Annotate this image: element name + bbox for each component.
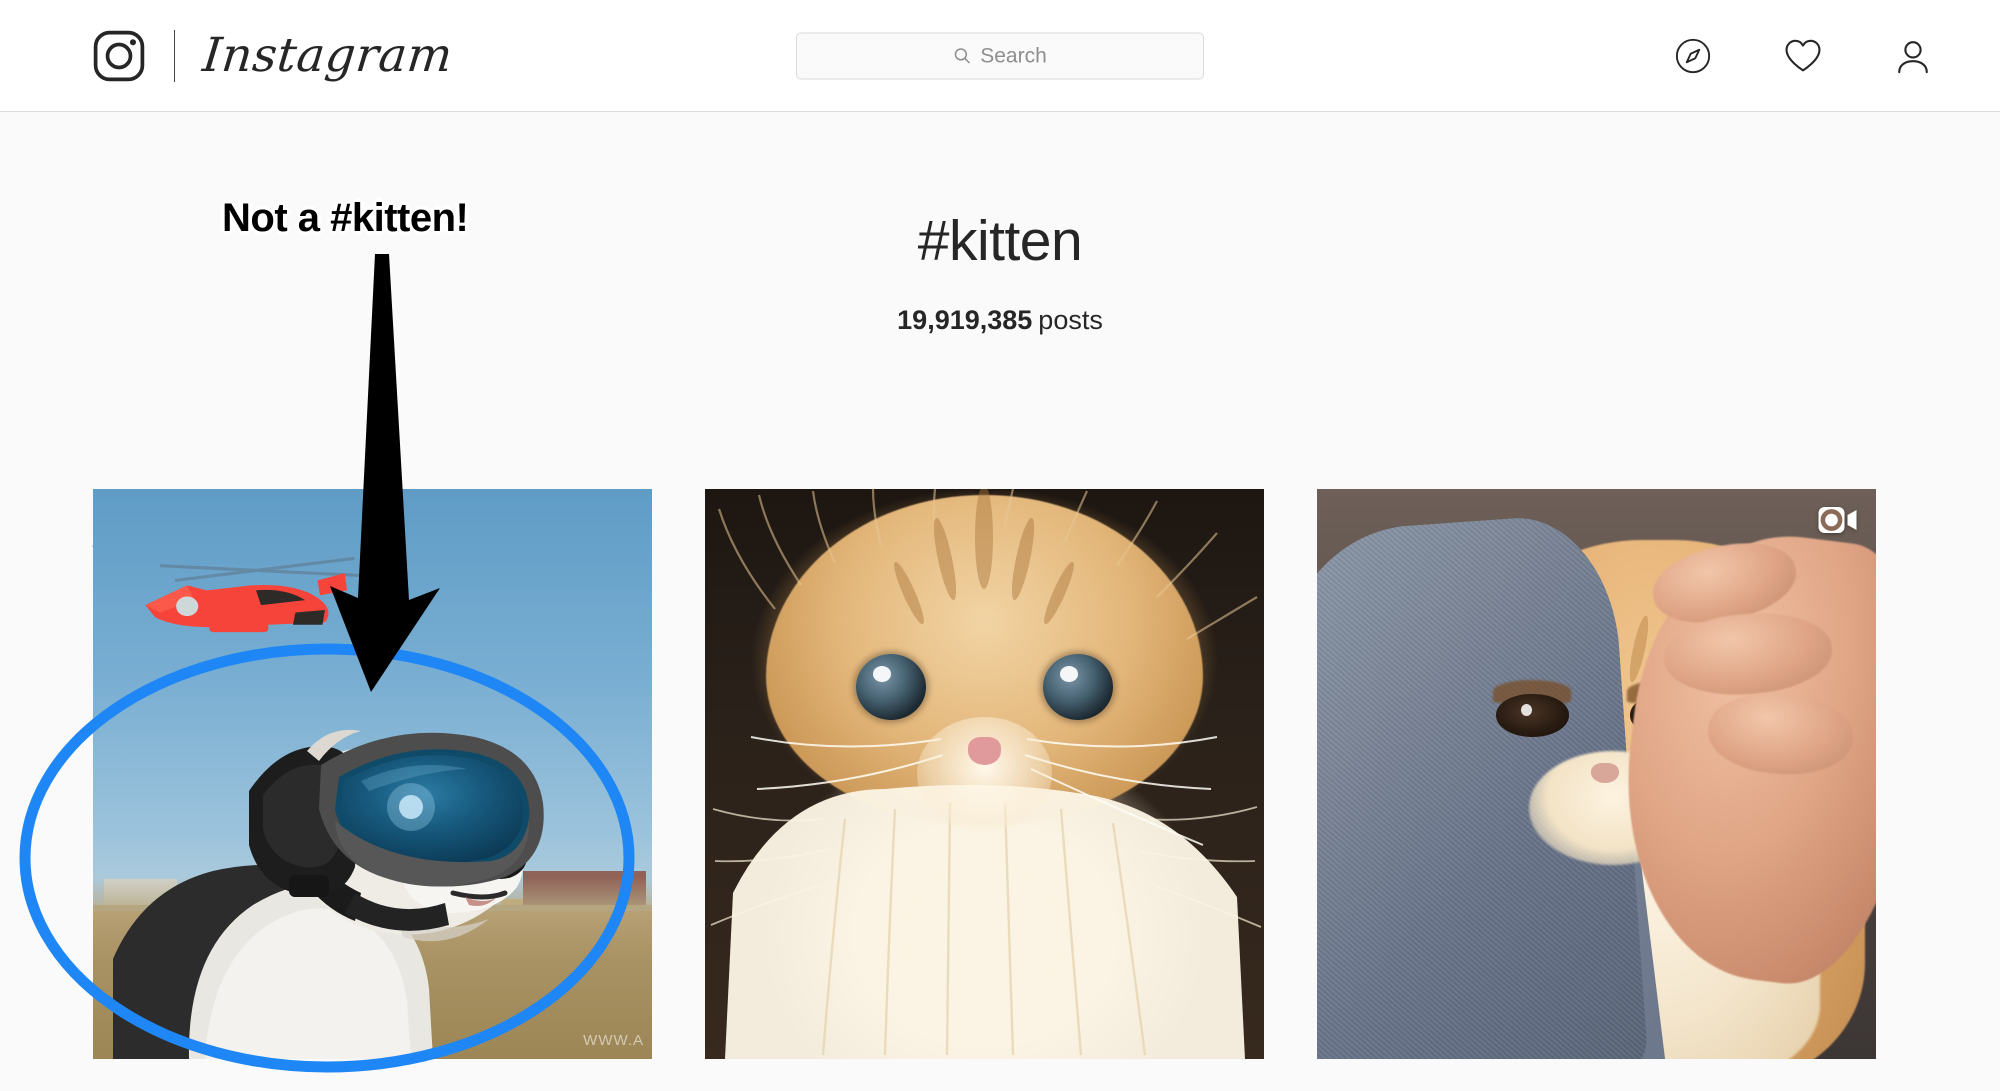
person-icon xyxy=(1894,37,1932,75)
logo-cluster[interactable]: Instagram xyxy=(92,28,455,84)
cat-muzzle-blaze xyxy=(917,717,1052,831)
header-nav xyxy=(1674,37,1932,75)
app-header: Instagram Search xyxy=(0,0,2000,112)
search-icon xyxy=(953,47,971,65)
search-placeholder: Search xyxy=(980,44,1047,67)
post-tile-3[interactable] xyxy=(1317,489,1876,1059)
main-content: #kitten 19,919,385posts TOP POSTS xyxy=(0,112,2000,1091)
logo-divider xyxy=(174,29,175,82)
dog-graphic xyxy=(113,729,544,1059)
cat-nose xyxy=(1590,762,1619,784)
video-camera-icon xyxy=(1818,506,1858,540)
explore-button[interactable] xyxy=(1674,37,1712,75)
instagram-camera-icon[interactable] xyxy=(92,29,146,83)
profile-button[interactable] xyxy=(1894,37,1932,75)
post-image-3 xyxy=(1317,489,1876,1059)
cat-eye-left xyxy=(855,654,926,720)
cat-eye-right xyxy=(1043,654,1114,720)
post-tile-2[interactable] xyxy=(705,489,1264,1059)
header-inner: Instagram Search xyxy=(0,0,2000,111)
page-title: #kitten xyxy=(917,209,1083,273)
instagram-wordmark[interactable]: Instagram xyxy=(200,28,455,83)
post-image-2 xyxy=(705,489,1264,1059)
post-count: 19,919,385 posts xyxy=(0,304,2000,336)
cat-eye-left xyxy=(1495,694,1569,737)
post-tile-1[interactable]: WWW.A xyxy=(93,489,652,1059)
search-input[interactable]: Search xyxy=(796,32,1204,79)
activity-button[interactable] xyxy=(1784,37,1822,75)
search-container[interactable]: Search xyxy=(796,32,1204,79)
post-image-1: WWW.A xyxy=(93,489,652,1059)
post-count-number: 19,919,385 xyxy=(897,304,1033,335)
post-grid: WWW.A xyxy=(93,489,1876,1059)
post-count-label: posts xyxy=(1038,304,1103,335)
hashtag-header: #kitten 19,919,385 posts xyxy=(0,209,2000,336)
image-watermark: WWW.A xyxy=(583,1032,644,1049)
heart-icon xyxy=(1784,38,1822,73)
compass-icon xyxy=(1674,37,1712,75)
